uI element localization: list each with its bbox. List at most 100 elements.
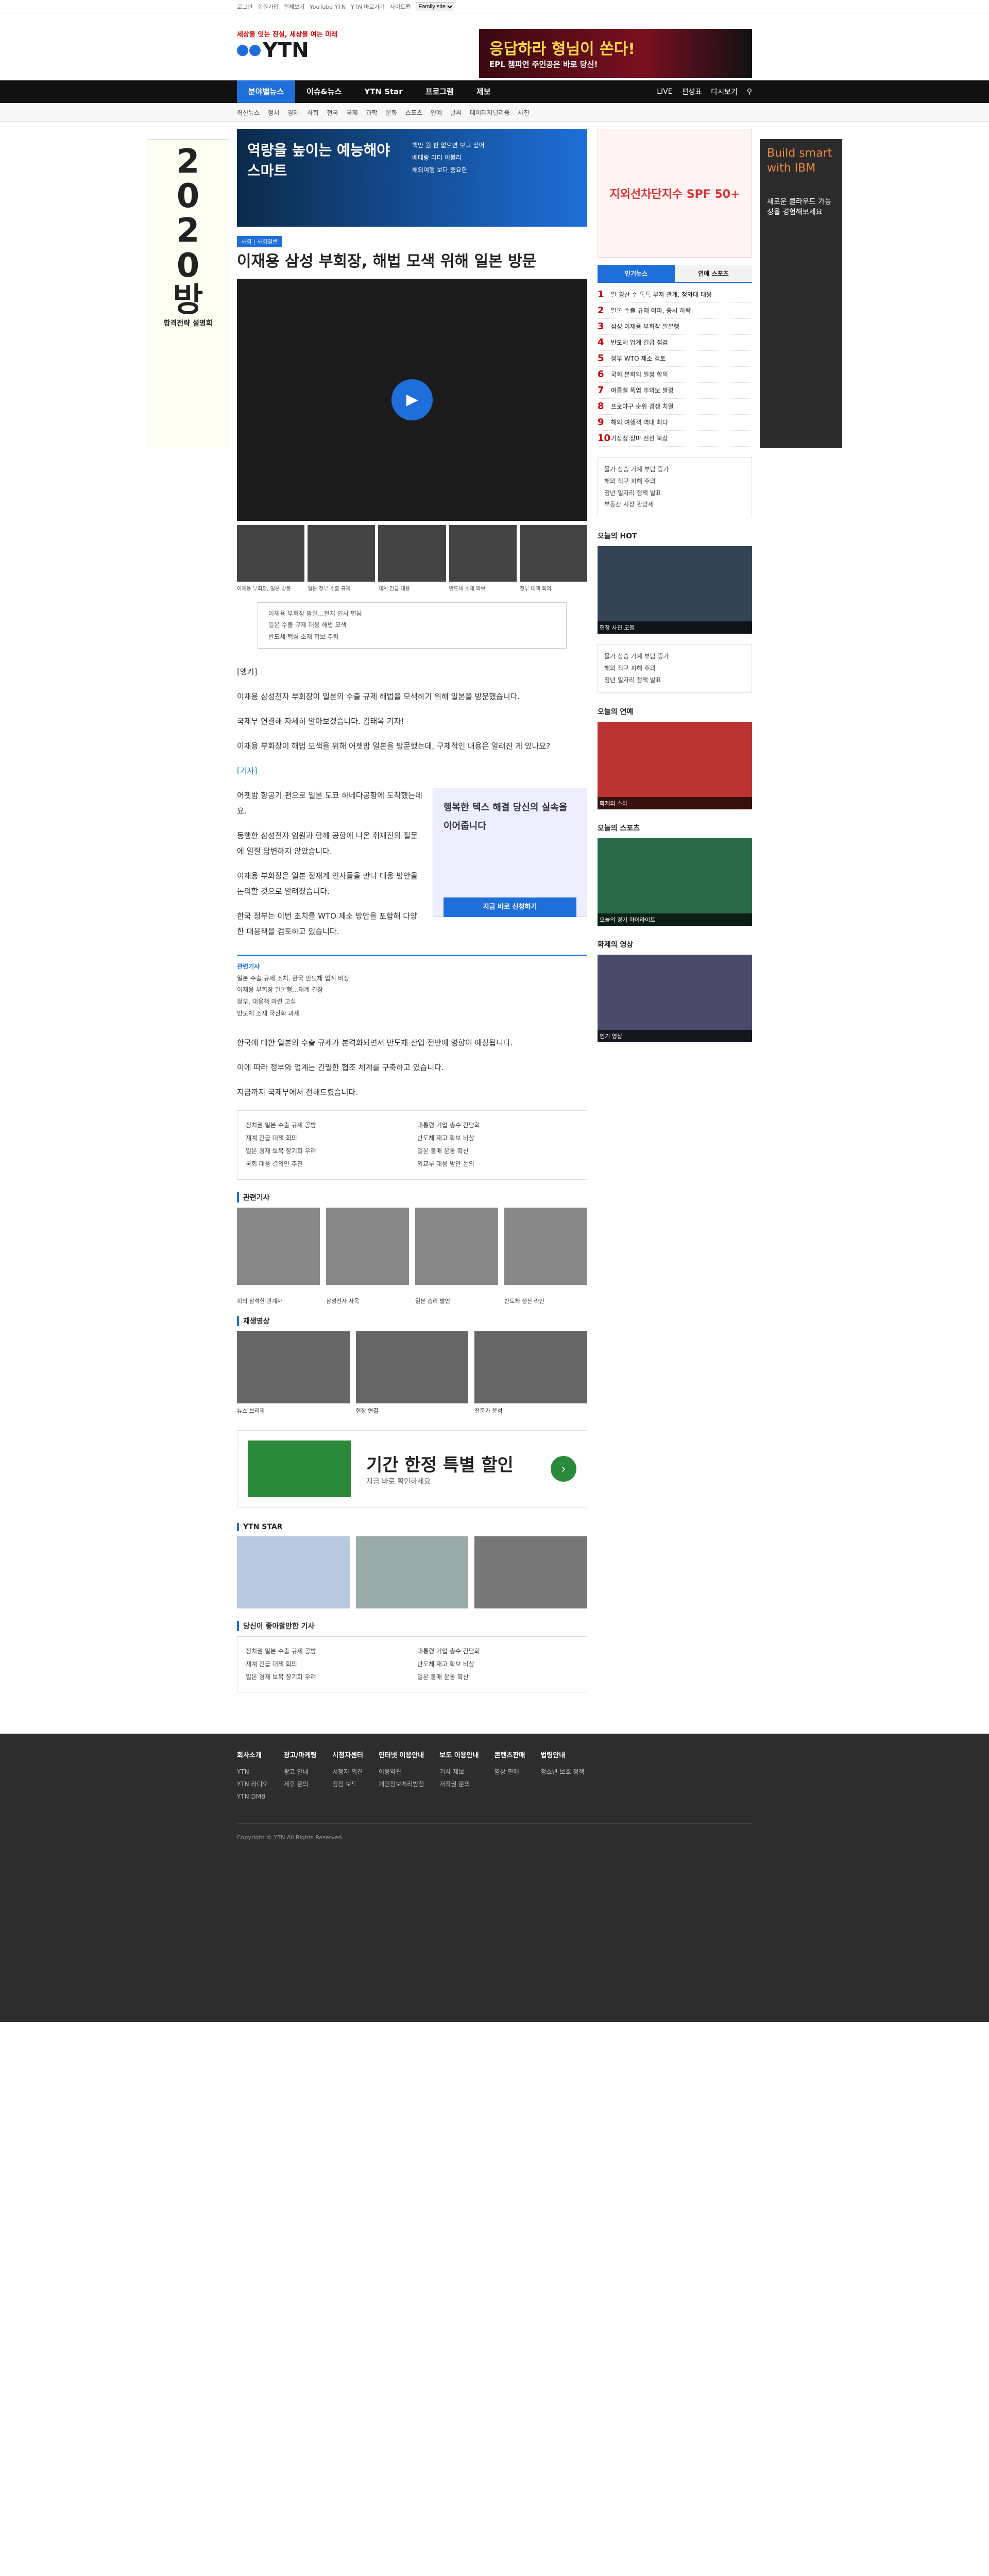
subnav-item[interactable]: 전국 [327, 108, 338, 117]
top-link[interactable]: YouTube YTN [310, 4, 346, 10]
rank-item[interactable]: 6 국회 본회의 일정 합의 [598, 367, 752, 383]
rank-item[interactable]: 7 여름철 폭염 주의보 발령 [598, 383, 752, 399]
news-link[interactable]: 대통령 기업 총수 간담회 [417, 1645, 578, 1658]
news-link[interactable]: 일본 경제 보복 장기화 우려 [246, 1145, 407, 1158]
gnb-item-report[interactable]: 제보 [465, 80, 502, 103]
left-wing-ad[interactable]: 2 0 2 0 방 합격전략 설명회 [147, 139, 229, 448]
news-link[interactable]: 정치권 일본 수출 규제 공방 [246, 1645, 407, 1658]
video-thumb[interactable]: 정부 대책 회의 [519, 524, 588, 592]
subnav-item[interactable]: 데이터저널리즘 [470, 108, 509, 117]
top-ad-banner[interactable]: 응답하라 형님이 쏜다! EPL 챔피언 주인공은 바로 당신! [479, 29, 752, 78]
star-item[interactable] [355, 1536, 469, 1608]
footer-link[interactable]: 기사 제보 [439, 1766, 479, 1778]
sidebar-photo[interactable]: 현장 사진 모음 [598, 546, 752, 634]
subnav-item[interactable]: 경제 [287, 108, 299, 117]
video-item[interactable] [355, 1331, 469, 1403]
summary-line[interactable]: 일본 수출 규제 대응 해법 모색 [268, 619, 556, 631]
subnav-item[interactable]: 날씨 [450, 108, 462, 117]
news-link[interactable]: 반도체 재고 확보 비상 [417, 1658, 578, 1671]
video-player[interactable]: ▶ [237, 278, 587, 521]
sidebar-photo[interactable]: 인기 영상 [598, 954, 752, 1042]
subnav-item[interactable]: 스포츠 [405, 108, 422, 117]
family-site-select[interactable]: Family site [416, 2, 455, 11]
news-link[interactable]: 외교부 대응 방안 논의 [417, 1158, 578, 1171]
news-link[interactable]: 해외 직구 피해 주의 [604, 663, 745, 674]
rank-item[interactable]: 4 반도체 업계 긴급 점검 [598, 335, 752, 351]
footer-link[interactable]: YTN DMB [237, 1790, 268, 1803]
top-article-ad[interactable]: 역량을 높이는 예능해야 스마트 백만 원 판 없으면 보고 싶어 베테랑 리더… [237, 129, 587, 227]
tab-entertainment[interactable]: 연예 스포츠 [675, 265, 752, 282]
footer-link[interactable]: 광고 안내 [284, 1766, 317, 1778]
footer-link[interactable]: 개인정보처리방침 [379, 1778, 424, 1790]
subnav-item[interactable]: 과학 [366, 108, 378, 117]
rank-item[interactable]: 5 정부 WTO 제소 검토 [598, 351, 752, 367]
site-logo[interactable]: 세상을 잇는 진실, 세상을 여는 미래 YTN [237, 29, 340, 62]
summary-line[interactable]: 반도체 핵심 소재 확보 주력 [268, 631, 556, 643]
footer-link[interactable]: 저작권 문의 [439, 1778, 479, 1790]
footer-link[interactable]: 정정 보도 [332, 1778, 363, 1790]
news-link[interactable]: 일본 경제 보복 장기화 우려 [246, 1671, 407, 1684]
footer-link[interactable]: YTN 라디오 [237, 1778, 268, 1790]
rank-item[interactable]: 9 해외 여행객 역대 최다 [598, 415, 752, 431]
top-link[interactable]: 전체보기 [284, 3, 304, 11]
news-link[interactable]: 재계 긴급 대책 회의 [246, 1132, 407, 1145]
footer-link[interactable]: 이용약관 [379, 1766, 424, 1778]
top-link[interactable]: 로그인 [237, 3, 252, 11]
subnav-item[interactable]: 문화 [386, 108, 397, 117]
footer-link[interactable]: 청소년 보호 정책 [540, 1766, 584, 1778]
news-link[interactable]: 부동산 시장 관망세 [604, 499, 745, 511]
news-link[interactable]: 청년 일자리 정책 발표 [604, 674, 745, 686]
right-wing-ad[interactable]: Build smart with IBM 새로운 클라우드 가능성을 경험해보세… [760, 139, 842, 448]
rank-item[interactable]: 3 삼성 이재용 부회장 일본행 [598, 319, 752, 335]
chevron-right-icon[interactable]: › [551, 1455, 576, 1482]
subnav-item[interactable]: 정치 [268, 108, 279, 117]
video-thumb[interactable]: 반도체 소재 확보 [449, 524, 517, 592]
news-link[interactable]: 일본 불매 운동 확산 [417, 1671, 578, 1684]
subnav-item[interactable]: 국제 [347, 108, 358, 117]
video-item[interactable] [237, 1331, 350, 1403]
tab-popular[interactable]: 인기뉴스 [598, 265, 675, 282]
rank-item[interactable]: 8 프로야구 순위 경쟁 치열 [598, 399, 752, 415]
sidebar-ad[interactable]: 지외선차단지수 SPF 50+ [598, 129, 752, 258]
rank-item[interactable]: 10 기상청 장마 전선 북상 [598, 431, 752, 447]
subnav-item[interactable]: 연예 [431, 108, 442, 117]
shopping-ad[interactable]: 기간 한정 특별 할인 지금 바로 확인하세요 › [237, 1430, 587, 1507]
live-button[interactable]: LIVE [657, 88, 672, 96]
schedule-link[interactable]: 편성표 [682, 87, 702, 97]
related-link[interactable]: 반도체 소재 국산화 과제 [237, 1008, 587, 1020]
summary-line[interactable]: 이재용 부회장 방일…현지 인사 면담 [268, 608, 556, 620]
search-icon[interactable]: ⚲ [747, 88, 752, 96]
top-link[interactable]: 회원가입 [258, 3, 278, 11]
related-link[interactable]: 정부, 대응책 마련 고심 [237, 996, 587, 1008]
footer-link[interactable]: 영상 판매 [494, 1766, 525, 1778]
sidebar-photo[interactable]: 화제의 스타 [598, 721, 752, 809]
top-link[interactable]: 사이트맵 [390, 3, 411, 11]
star-item[interactable] [237, 1536, 350, 1608]
news-link[interactable]: 대통령 기업 총수 간담회 [417, 1119, 578, 1132]
rank-item[interactable]: 1일 경산 수 톡톡 부자 관계, 청와대 대응 [598, 287, 752, 303]
inline-ad-cta[interactable]: 지금 바로 신청하기 [444, 897, 576, 917]
photo-item[interactable]: 반도체 생산 라인 [504, 1207, 587, 1304]
related-link[interactable]: 이재용 부회장 일본행…재계 긴장 [237, 984, 587, 996]
news-link[interactable]: 국회 대응 결의안 추진 [246, 1158, 407, 1171]
video-item[interactable] [474, 1331, 587, 1403]
gnb-item-program[interactable]: 프로그램 [414, 80, 465, 103]
related-link[interactable]: 일본 수출 규제 조치, 한국 반도체 업계 비상 [237, 973, 587, 985]
video-thumb[interactable]: 일본 정부 수출 규제 [308, 524, 376, 592]
subnav-item[interactable]: 사진 [518, 108, 529, 117]
star-item[interactable] [474, 1536, 587, 1608]
news-link[interactable]: 재계 긴급 대책 회의 [246, 1658, 407, 1671]
photo-item[interactable]: 삼성전자 사옥 [326, 1207, 409, 1304]
top-link[interactable]: YTN 바로가기 [351, 3, 385, 11]
photo-item[interactable]: 일본 총리 발언 [415, 1207, 498, 1304]
news-link[interactable]: 청년 일자리 정책 발표 [604, 487, 745, 499]
footer-link[interactable]: YTN [237, 1766, 268, 1778]
replay-link[interactable]: 다시보기 [711, 87, 738, 97]
news-link[interactable]: 물가 상승 가계 부담 증가 [604, 464, 745, 476]
photo-item[interactable]: 회의 참석한 관계자 [237, 1207, 320, 1304]
gnb-item-sections[interactable]: 분야별뉴스 [237, 80, 296, 103]
rank-item[interactable]: 2 일본 수출 규제 여파, 증시 하락 [598, 303, 752, 319]
subnav-item[interactable]: 최신뉴스 [237, 108, 260, 117]
news-link[interactable]: 해외 직구 피해 주의 [604, 476, 745, 487]
gnb-item-star[interactable]: YTN Star [353, 80, 414, 103]
